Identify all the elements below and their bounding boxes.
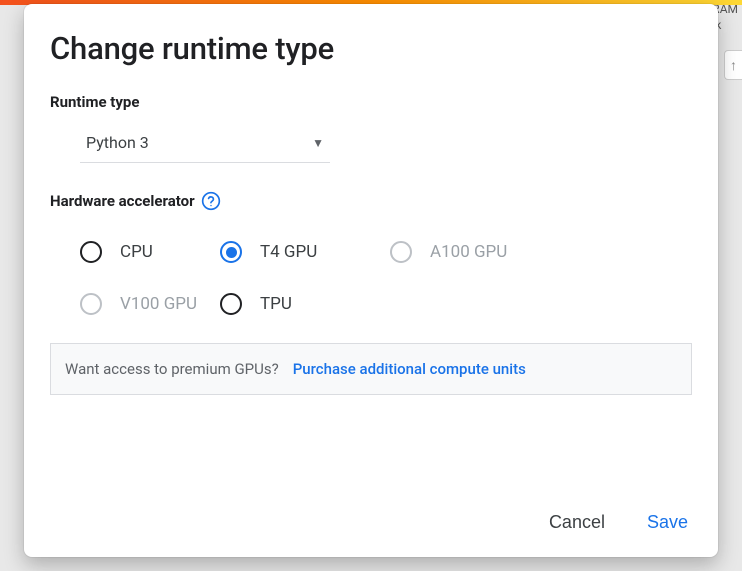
radio-label: CPU [120, 242, 153, 262]
radio-icon [80, 293, 102, 315]
radio-icon [220, 241, 242, 263]
arrow-up-icon: ↑ [730, 57, 737, 74]
dialog-actions: Cancel Save [50, 486, 692, 539]
radio-t4-gpu[interactable]: T4 GPU [220, 241, 390, 263]
save-button[interactable]: Save [643, 506, 692, 539]
radio-label: T4 GPU [260, 242, 317, 262]
promo-text: Want access to premium GPUs? [65, 360, 279, 378]
premium-gpu-promo: Want access to premium GPUs? Purchase ad… [50, 343, 692, 395]
dialog-title: Change runtime type [50, 30, 692, 67]
bg-upload-button[interactable]: ↑ [724, 50, 742, 80]
change-runtime-dialog: Change runtime type Runtime type Python … [24, 4, 718, 557]
radio-icon [220, 293, 242, 315]
runtime-type-selected: Python 3 [86, 133, 149, 152]
purchase-compute-units-link[interactable]: Purchase additional compute units [293, 360, 526, 378]
hardware-accelerator-text: Hardware accelerator [50, 192, 195, 210]
hardware-accelerator-radios: CPU T4 GPU A100 GPU V100 GPU TPU [80, 241, 692, 315]
radio-label: A100 GPU [430, 242, 507, 262]
radio-cpu[interactable]: CPU [80, 241, 220, 263]
radio-icon [390, 241, 412, 263]
help-icon[interactable] [201, 191, 221, 211]
runtime-type-label: Runtime type [50, 93, 692, 111]
radio-a100-gpu: A100 GPU [390, 241, 560, 263]
chevron-down-icon: ▼ [312, 136, 324, 150]
radio-label: TPU [260, 294, 292, 314]
radio-icon [80, 241, 102, 263]
radio-v100-gpu: V100 GPU [80, 293, 220, 315]
radio-tpu[interactable]: TPU [220, 293, 390, 315]
runtime-type-select[interactable]: Python 3 ▼ [80, 119, 330, 163]
cancel-button[interactable]: Cancel [545, 506, 609, 539]
hardware-accelerator-label: Hardware accelerator [50, 191, 692, 211]
radio-label: V100 GPU [120, 294, 197, 314]
